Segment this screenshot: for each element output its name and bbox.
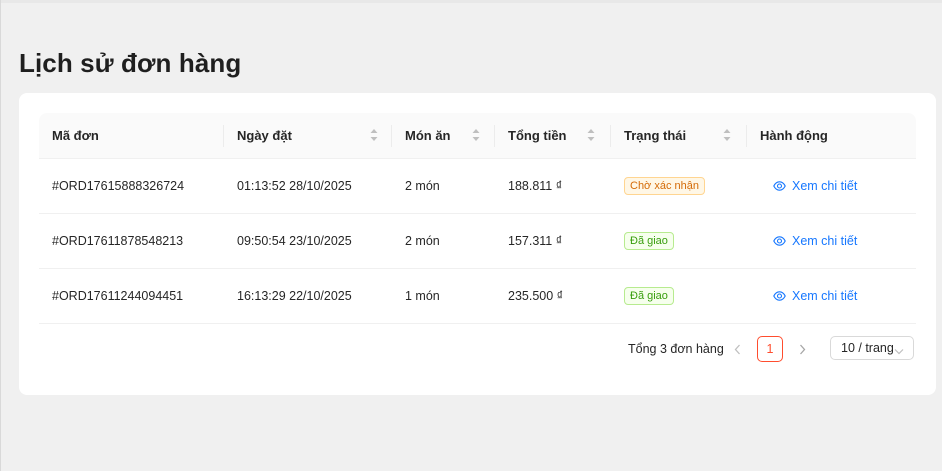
view-detail-link[interactable]: Xem chi tiết xyxy=(773,234,857,248)
status-cell: Đã giao xyxy=(624,269,674,323)
table-row: #ORD17611244094451 16:13:29 22/10/2025 1… xyxy=(39,269,916,324)
action-cell: Xem chi tiết xyxy=(773,214,857,268)
order-items-cell: 2 món xyxy=(405,179,440,193)
action-cell: Xem chi tiết xyxy=(773,269,857,323)
sort-icon[interactable] xyxy=(587,128,595,142)
status-badge: Đã giao xyxy=(624,232,674,250)
column-divider xyxy=(610,125,611,147)
column-divider xyxy=(223,125,224,147)
column-header-date[interactable]: Ngày đặt xyxy=(237,113,292,158)
sort-icon[interactable] xyxy=(370,128,378,142)
eye-icon xyxy=(773,236,786,246)
order-date-cell: 16:13:29 22/10/2025 xyxy=(237,289,352,303)
top-strip xyxy=(0,0,942,3)
column-header-actions: Hành động xyxy=(760,128,828,143)
table-header: Mã đơn Ngày đặt Món ăn Tổng tiền Trạng t… xyxy=(39,113,916,159)
order-id-cell: #ORD17611878548213 xyxy=(52,234,184,248)
pagination: Tổng 3 đơn hàng 1 10 / trang xyxy=(19,336,916,362)
status-badge: Đã giao xyxy=(624,287,674,305)
order-id-cell: #ORD17615888326724 xyxy=(52,179,185,193)
sort-icon[interactable] xyxy=(472,128,480,142)
order-total-cell: 188.811 ₫ xyxy=(508,179,563,193)
column-header-total[interactable]: Tổng tiền xyxy=(508,113,567,158)
orders-card: Mã đơn Ngày đặt Món ăn Tổng tiền Trạng t… xyxy=(19,93,936,395)
pagination-page-current[interactable]: 1 xyxy=(757,336,783,362)
column-divider xyxy=(746,125,747,147)
column-divider xyxy=(391,125,392,147)
table-row: #ORD17611878548213 09:50:54 23/10/2025 2… xyxy=(39,214,916,269)
order-total-cell: 157.311 ₫ xyxy=(508,234,563,248)
status-badge: Chờ xác nhận xyxy=(624,177,705,195)
page-title: Lịch sử đơn hàng xyxy=(19,48,242,78)
status-cell: Chờ xác nhận xyxy=(624,159,705,213)
chevron-right-icon[interactable] xyxy=(789,336,815,362)
order-date-cell: 09:50:54 23/10/2025 xyxy=(237,234,352,248)
orders-table: Mã đơn Ngày đặt Món ăn Tổng tiền Trạng t… xyxy=(39,113,916,324)
page-size-value: 10 / trang xyxy=(841,341,894,355)
left-edge xyxy=(0,0,1,471)
column-header-order-id: Mã đơn xyxy=(52,128,99,143)
column-header-status[interactable]: Trạng thái xyxy=(624,113,686,158)
view-detail-label: Xem chi tiết xyxy=(792,179,858,193)
chevron-down-icon xyxy=(894,344,904,358)
view-detail-link[interactable]: Xem chi tiết xyxy=(773,179,857,193)
eye-icon xyxy=(773,181,786,191)
chevron-left-icon[interactable] xyxy=(724,336,750,362)
order-date-cell: 01:13:52 28/10/2025 xyxy=(237,179,352,193)
eye-icon xyxy=(773,291,786,301)
page-size-select[interactable]: 10 / trang xyxy=(830,336,914,360)
order-total-cell: 235.500 ₫ xyxy=(508,289,564,303)
view-detail-label: Xem chi tiết xyxy=(792,289,858,303)
action-cell: Xem chi tiết xyxy=(773,159,857,213)
order-id-cell: #ORD17611244094451 xyxy=(52,289,184,303)
order-items-cell: 2 món xyxy=(405,234,440,248)
column-header-items[interactable]: Món ăn xyxy=(405,113,451,158)
view-detail-label: Xem chi tiết xyxy=(792,234,858,248)
sort-icon[interactable] xyxy=(723,128,731,142)
table-row: #ORD17615888326724 01:13:52 28/10/2025 2… xyxy=(39,159,916,214)
status-cell: Đã giao xyxy=(624,214,674,268)
pagination-total: Tổng 3 đơn hàng xyxy=(628,342,724,356)
column-divider xyxy=(494,125,495,147)
view-detail-link[interactable]: Xem chi tiết xyxy=(773,289,857,303)
order-items-cell: 1 món xyxy=(405,289,440,303)
